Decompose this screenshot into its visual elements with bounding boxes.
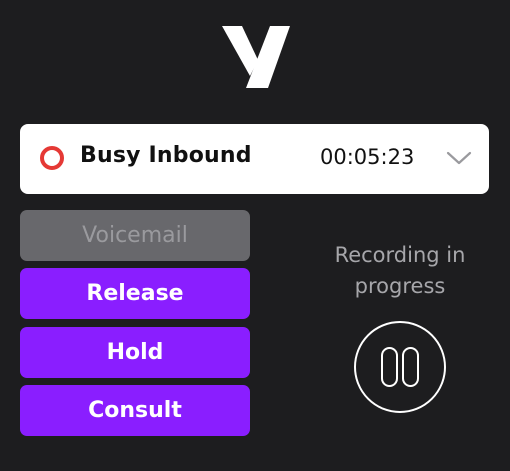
chevron-down-icon[interactable] bbox=[446, 150, 472, 166]
release-button[interactable]: Release bbox=[20, 268, 250, 319]
call-status-label: Busy Inbound bbox=[80, 143, 252, 168]
pause-icon bbox=[381, 347, 419, 387]
pause-recording-button[interactable] bbox=[354, 321, 446, 413]
call-timer: 00:05:23 bbox=[320, 145, 415, 169]
recording-status-line1: Recording in bbox=[334, 243, 466, 267]
consult-button[interactable]: Consult bbox=[20, 385, 250, 436]
recording-status-text: Recording in progress bbox=[300, 240, 500, 302]
hold-button[interactable]: Hold bbox=[20, 327, 250, 378]
voicemail-button[interactable]: Voicemail bbox=[20, 210, 250, 261]
recording-status-line2: progress bbox=[354, 274, 446, 298]
call-panel: Busy Inbound 00:05:23 Voicemail Release … bbox=[0, 0, 510, 471]
record-ring-icon bbox=[40, 146, 64, 170]
brand-logo-icon bbox=[222, 26, 292, 88]
